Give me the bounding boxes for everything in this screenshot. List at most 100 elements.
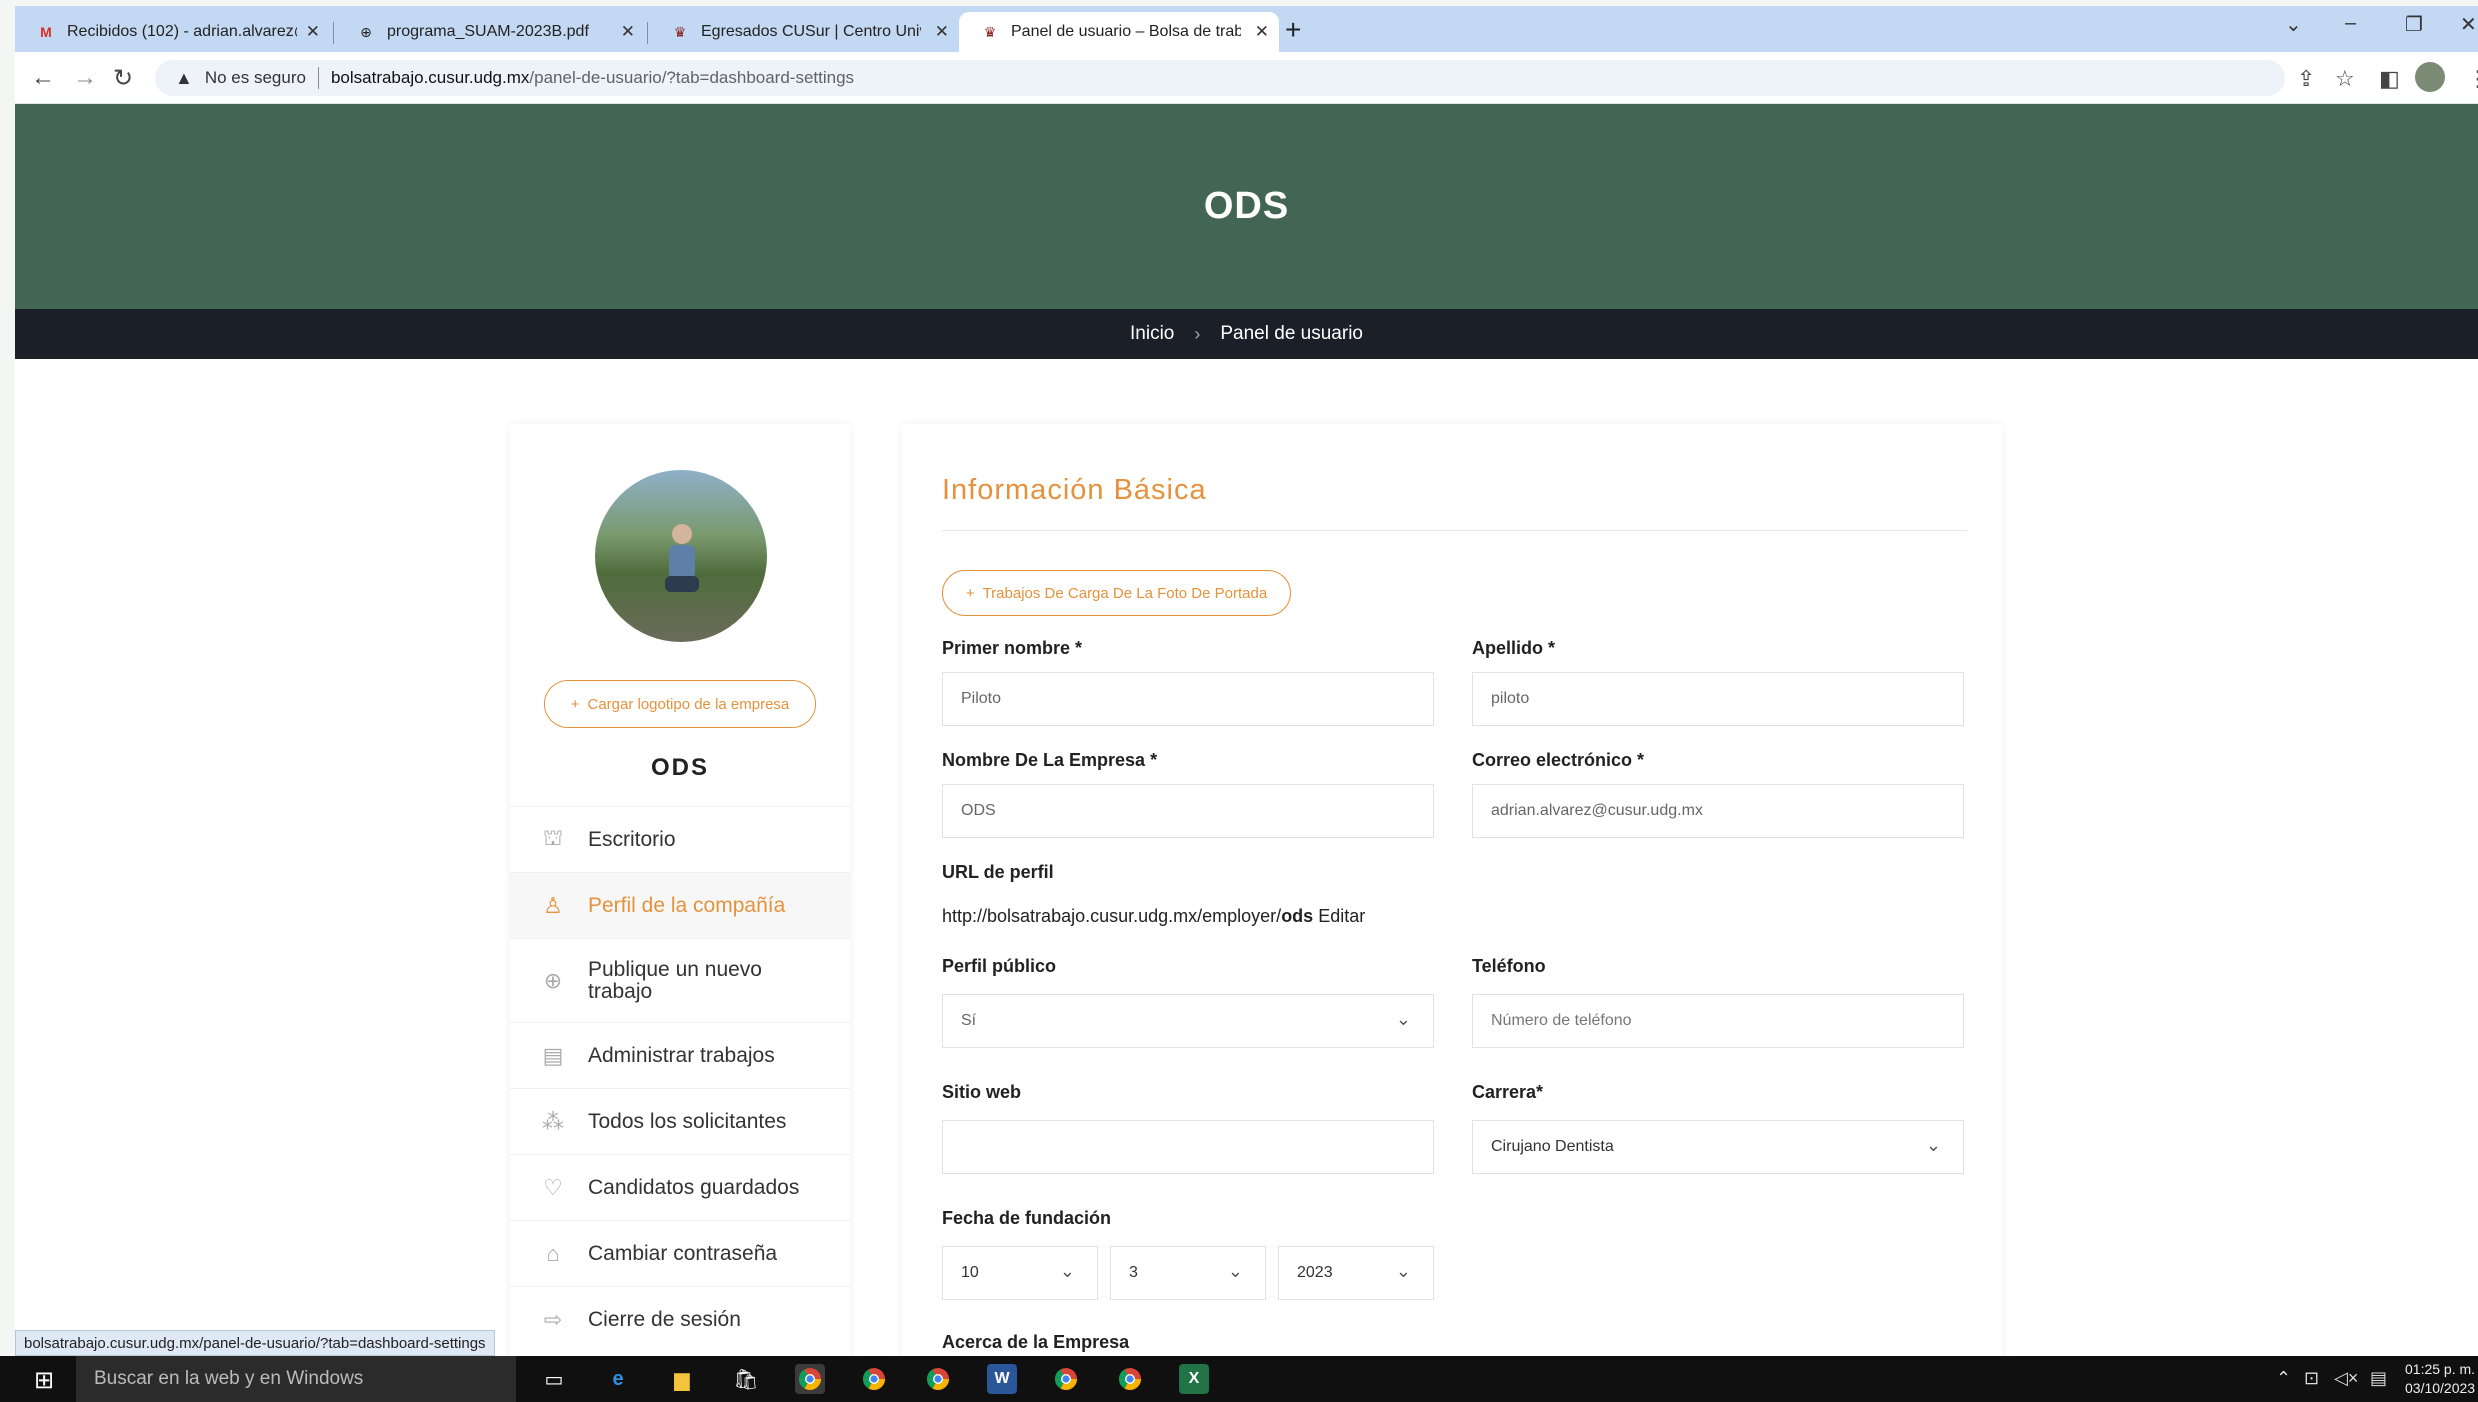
breadcrumb-current: Panel de usuario xyxy=(1220,323,1363,344)
website-field[interactable] xyxy=(942,1120,1434,1174)
sidebar-item-administrar[interactable]: ▤ Administrar trabajos xyxy=(510,1022,850,1088)
person-photo xyxy=(665,524,699,592)
minimize-icon[interactable]: – xyxy=(2345,12,2356,35)
first-name-field[interactable]: Piloto xyxy=(942,672,1434,726)
close-tab-icon[interactable]: ✕ xyxy=(621,22,635,42)
star-icon[interactable]: ☆ xyxy=(2335,66,2355,92)
chevron-down-icon: ⌄ xyxy=(1925,1135,1941,1155)
taskbar-search[interactable]: Buscar en la web y en Windows xyxy=(76,1356,516,1402)
tab-pdf[interactable]: ⊕ programa_SUAM-2023B.pdf ✕ xyxy=(335,12,645,52)
last-name-field[interactable]: piloto xyxy=(1472,672,1964,726)
profile-avatar-icon[interactable] xyxy=(2415,62,2445,92)
career-select[interactable]: Cirujano Dentista ⌄ xyxy=(1472,1120,1964,1174)
tab-gmail[interactable]: M Recibidos (102) - adrian.alvarez@ ✕ xyxy=(15,12,330,52)
tab-title: Panel de usuario – Bolsa de trab xyxy=(1011,23,1241,40)
sidebar-item-label: Candidatos guardados xyxy=(588,1175,800,1199)
security-label: No es seguro xyxy=(204,68,306,87)
sidebar-item-perfil[interactable]: ♙ Perfil de la compañía xyxy=(510,872,850,938)
career-value: Cirujano Dentista xyxy=(1491,1138,1614,1155)
task-view-icon[interactable]: ▭ xyxy=(539,1364,569,1394)
chrome-icon[interactable] xyxy=(1115,1364,1145,1394)
chevron-down-icon: ⌄ xyxy=(1395,1261,1411,1281)
section-title: Información Básica xyxy=(942,474,1207,506)
founded-month-select[interactable]: 3 ⌄ xyxy=(1110,1246,1266,1300)
side-panel-icon[interactable]: ◧ xyxy=(2379,66,2400,92)
tab-panel-usuario[interactable]: ♛ Panel de usuario – Bolsa de trab ✕ xyxy=(959,12,1279,52)
word-icon[interactable]: W xyxy=(987,1364,1017,1394)
founded-year-select[interactable]: 2023 ⌄ xyxy=(1278,1246,1434,1300)
system-clock[interactable]: 01:25 p. m. 03/10/2023 xyxy=(2405,1360,2475,1398)
sidebar-item-candidatos[interactable]: ♡ Candidatos guardados xyxy=(510,1154,850,1220)
edit-url-link[interactable]: Editar xyxy=(1318,906,1365,926)
public-profile-select[interactable]: Sí ⌄ xyxy=(942,994,1434,1048)
close-tab-icon[interactable]: ✕ xyxy=(935,22,949,42)
url-field[interactable]: ▲ No es seguro bolsatrabajo.cusur.udg.mx… xyxy=(155,60,2285,96)
breadcrumb: Inicio › Panel de usuario xyxy=(15,309,2478,359)
tab-search-icon[interactable]: ⌄ xyxy=(2285,12,2302,37)
tab-separator xyxy=(333,22,334,44)
upload-cover-button[interactable]: + Trabajos De Carga De La Foto De Portad… xyxy=(942,570,1291,616)
volume-icon[interactable]: ◁× xyxy=(2334,1368,2358,1389)
phone-field[interactable]: Número de teléfono xyxy=(1472,994,1964,1048)
new-tab-button[interactable]: + xyxy=(1285,14,1301,46)
dashboard-icon: ⛫ xyxy=(542,825,564,850)
windows-taskbar: ⊞ Buscar en la web y en Windows ▭ e ▆ 🛍 … xyxy=(0,1356,2478,1402)
store-icon[interactable]: 🛍 xyxy=(731,1364,761,1394)
chrome-icon[interactable] xyxy=(859,1364,889,1394)
divider xyxy=(942,530,1967,531)
upload-logo-button[interactable]: + Cargar logotipo de la empresa xyxy=(544,680,816,728)
file-explorer-icon[interactable]: ▆ xyxy=(667,1364,697,1394)
clock-time: 01:25 p. m. xyxy=(2405,1361,2476,1377)
breadcrumb-home[interactable]: Inicio xyxy=(1130,323,1174,345)
sidebar-item-solicitantes[interactable]: ⁂ Todos los solicitantes xyxy=(510,1088,850,1154)
company-name: ODS xyxy=(650,754,709,781)
sidebar-item-publicar[interactable]: ⊕ Publique un nuevo trabajo xyxy=(510,938,850,1022)
chrome-icon[interactable] xyxy=(1051,1364,1081,1394)
first-name-value: Piloto xyxy=(961,690,1002,707)
website-label: Sitio web xyxy=(942,1082,1022,1102)
windows-start-icon[interactable]: ⊞ xyxy=(34,1366,54,1395)
taskbar-search-placeholder: Buscar en la web y en Windows xyxy=(94,1368,364,1389)
tray-chevron-up-icon[interactable]: ⌃ xyxy=(2276,1368,2291,1389)
close-tab-icon[interactable]: ✕ xyxy=(306,22,320,42)
address-bar: ← → ↻ ▲ No es seguro bolsatrabajo.cusur.… xyxy=(15,52,2478,104)
network-icon[interactable]: ⊡ xyxy=(2304,1368,2319,1389)
sidebar-item-label: Cambiar contraseña xyxy=(588,1241,778,1265)
tab-egresados[interactable]: ♛ Egresados CUSur | Centro Unive ✕ xyxy=(649,12,959,52)
excel-icon[interactable]: X xyxy=(1179,1364,1209,1394)
page-hero: ODS xyxy=(15,104,2478,309)
about-label: Acerca de la Empresa xyxy=(942,1332,1130,1352)
close-tab-icon[interactable]: ✕ xyxy=(1255,22,1269,42)
menu-icon[interactable]: ⋮ xyxy=(2467,66,2478,92)
restore-icon[interactable]: ❐ xyxy=(2405,12,2423,37)
company-name-field[interactable]: ODS xyxy=(942,784,1434,838)
omnibox-separator xyxy=(317,67,319,89)
sidebar-item-label: Perfil de la compañía xyxy=(588,893,786,917)
close-window-icon[interactable]: ✕ xyxy=(2460,12,2477,37)
tab-title: Egresados CUSur | Centro Unive xyxy=(701,23,921,40)
gmail-icon: M xyxy=(40,24,52,40)
profile-url-prefix: http://bolsatrabajo.cusur.udg.mx/employe… xyxy=(942,906,1282,926)
url-path: /panel-de-usuario/?tab=dashboard-setting… xyxy=(529,68,855,87)
notification-icon[interactable]: ▤ xyxy=(2370,1368,2387,1389)
dashboard-sidebar: + Cargar logotipo de la empresa ODS ⛫ Es… xyxy=(510,424,850,1362)
forward-icon[interactable]: → xyxy=(73,64,97,92)
edge-icon[interactable]: e xyxy=(603,1364,633,1394)
email-field[interactable]: adrian.alvarez@cusur.udg.mx xyxy=(1472,784,1964,838)
sidebar-item-contrasena[interactable]: ⌂ Cambiar contraseña xyxy=(510,1220,850,1286)
chrome-icon[interactable] xyxy=(795,1364,825,1394)
founded-day-value: 10 xyxy=(961,1264,979,1281)
share-icon[interactable]: ⇪ xyxy=(2297,66,2315,92)
company-avatar xyxy=(595,470,767,642)
briefcase-icon: ▤ xyxy=(542,1042,564,1068)
back-icon[interactable]: ← xyxy=(31,64,55,92)
founded-day-select[interactable]: 10 ⌄ xyxy=(942,1246,1098,1300)
sidebar-item-escritorio[interactable]: ⛫ Escritorio xyxy=(510,806,850,872)
sidebar-item-label: Escritorio xyxy=(588,827,676,851)
reload-icon[interactable]: ↻ xyxy=(113,64,133,93)
sidebar-item-cierre[interactable]: ⇨ Cierre de sesión xyxy=(510,1286,850,1352)
public-profile-label: Perfil público xyxy=(942,956,1057,976)
chrome-icon[interactable] xyxy=(923,1364,953,1394)
user-icon: ♙ xyxy=(543,892,563,918)
udg-icon: ♛ xyxy=(673,23,687,40)
